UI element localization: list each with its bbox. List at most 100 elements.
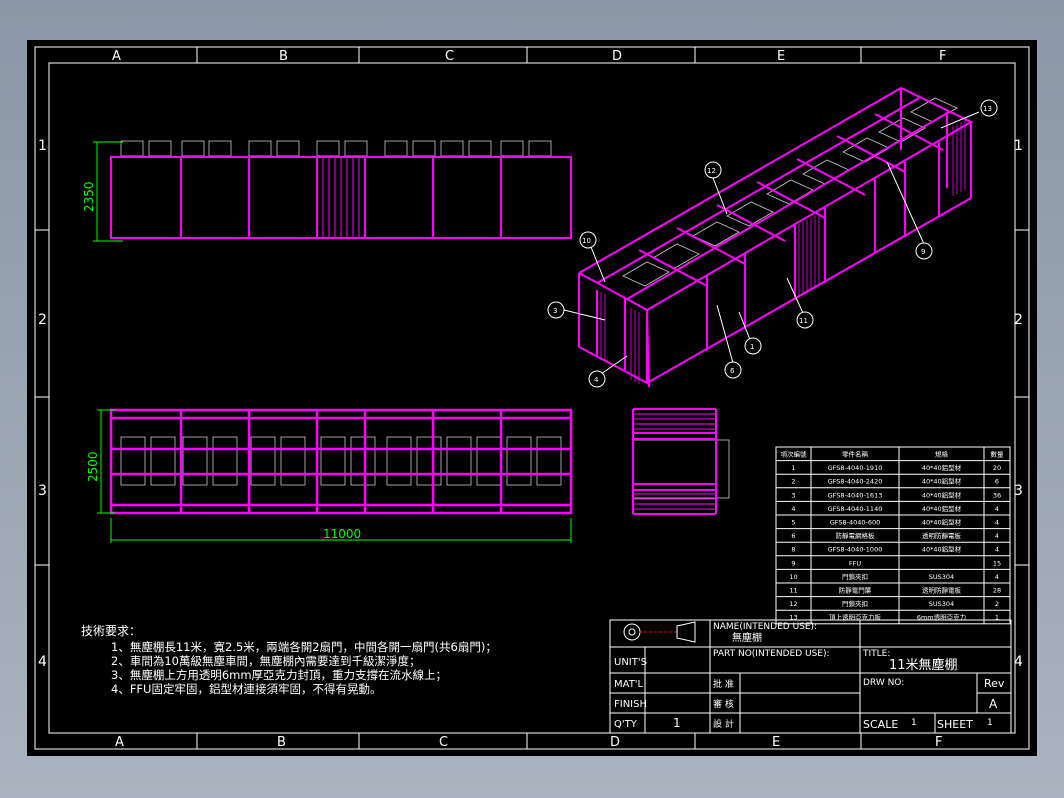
bom-cell: GFS8-4040-1910 (828, 464, 883, 472)
bom-cell: 40*40鋁型材 (922, 477, 962, 486)
bom-cell: 6 (995, 478, 999, 486)
bom-cell: GFS8-4040-600 (830, 519, 881, 527)
approve-label: 批 准 (713, 678, 734, 690)
title-block: NAME(INTENDED USE): 無塵棚 PART NO(INTENDED… (609, 619, 1012, 734)
bom-cell: 4 (995, 505, 999, 513)
svg-text:3: 3 (553, 307, 557, 315)
balloon-13: 13 (980, 99, 998, 117)
bom-row: 3 GFS8-4040-1613 40*40鋁型材 36 (791, 490, 1001, 499)
review-label: 審 核 (713, 698, 734, 710)
inner-border (48, 62, 1016, 734)
bom-cell: 12 (789, 600, 797, 608)
iso-ffu (622, 97, 958, 287)
bom-cell: 防靜電網格板 (836, 531, 876, 540)
zone-row-1-left: 1 (38, 138, 47, 154)
bom-cell: 9 (791, 559, 795, 567)
rev-value: A (989, 697, 998, 711)
bom-cell: 防靜電門簾 (839, 586, 872, 595)
qty-value: 1 (673, 716, 681, 730)
bom-table: 項次編號 零件名稱 規格 數量 1 GFS8-4040-1910 40*40鋁型材 20 2 GF… (775, 446, 1011, 625)
zone-row-1-right: 1 (1014, 138, 1023, 154)
bom-cell: GFS8-4040-1140 (828, 505, 883, 513)
design-label: 設 計 (713, 718, 734, 730)
bom-cell: 40*40鋁型材 (922, 504, 962, 513)
bom-cell: 4 (995, 573, 999, 581)
balloon-9: 9 (915, 242, 933, 260)
bom-cell: 4 (995, 519, 999, 527)
bom-cell: 2 (995, 600, 999, 608)
front-view: 2350 (82, 140, 572, 242)
note-item-3: 3、無塵棚上方用透明6mm厚亞克力封頂，重力支撐在流水線上； (111, 668, 447, 682)
bom-cell: 門鎖夾扣 (842, 572, 868, 581)
bom-cell: 5 (791, 519, 795, 527)
bom-row: 6 防靜電網格板 透明防靜電板 4 (791, 531, 999, 540)
bom-cell: 40*40鋁型材 (922, 490, 962, 499)
bom-cell: 透明防靜電板 (922, 586, 962, 595)
zone-col-a-top: A (112, 49, 121, 64)
zone-row-3-right: 3 (1014, 483, 1023, 499)
qty-label: Q'TY (614, 719, 638, 730)
bom-cell: 門鎖夾扣 (842, 599, 868, 608)
bom-cell: 3 (791, 491, 795, 499)
width-dimension: 2500 (86, 451, 100, 482)
finish-label: FINISH (614, 699, 647, 710)
zone-col-d-top: D (612, 49, 622, 64)
technical-notes: 技術要求： 1、無塵棚長11米，寬2.5米，兩端各開2扇門，中間各開一扇門(共6… (81, 624, 497, 696)
bom-cell: FFU (849, 559, 861, 567)
scale-label: SCALE (863, 718, 898, 731)
svg-text:11: 11 (799, 317, 808, 325)
bom-cell: 2 (791, 478, 795, 486)
bom-cell: 28 (993, 587, 1001, 595)
zone-col-e-bottom: E (772, 735, 780, 750)
sheet-label: SHEET (937, 718, 973, 731)
bom-cell: 11 (789, 587, 797, 595)
side-view (632, 408, 730, 515)
zone-row-4-right: 4 (1014, 654, 1023, 670)
svg-text:12: 12 (707, 167, 716, 175)
bom-cell: 40*40鋁型材 (922, 518, 962, 527)
note-item-4: 4、FFU固定牢固，鋁型材連接須牢固，不得有晃動。 (111, 682, 381, 696)
balloon-12: 12 (704, 161, 722, 179)
bom-cell: 數量 (991, 450, 1005, 459)
bom-row: 8 GFS8-4040-1000 40*40鋁型材 4 (791, 545, 999, 554)
rev-label: Rev (984, 677, 1005, 690)
bom-row: 9 FFU 15 (791, 559, 1001, 567)
bom-cell: 20 (993, 464, 1001, 472)
bom-row: 1 GFS8-4040-1910 40*40鋁型材 20 (791, 463, 1001, 472)
top-frame (109, 408, 573, 515)
bom-cell: 4 (791, 505, 795, 513)
note-item-1: 1、無塵棚長11米，寬2.5米，兩端各開2扇門，中間各開一扇門(共6扇門)； (111, 640, 497, 654)
name-label: NAME(INTENDED USE): (713, 622, 817, 632)
bom-cell: SUS304 (929, 600, 954, 608)
zone-col-d-bottom: D (610, 735, 620, 750)
zone-col-b-bottom: B (277, 735, 286, 750)
zone-col-c-top: C (445, 49, 454, 64)
bom-cell: 40*40鋁型材 (922, 545, 962, 554)
front-curtain (322, 157, 360, 238)
bom-cell: 4 (995, 546, 999, 554)
svg-text:6: 6 (730, 367, 735, 375)
bom-row: 12 門鎖夾扣 SUS304 2 (789, 599, 999, 608)
zone-col-f-bottom: F (935, 735, 942, 750)
bom-cell: 8 (791, 546, 795, 554)
balloon-leaders (563, 111, 980, 375)
balloon-4: 4 (588, 370, 606, 388)
bom-cell: 規格 (935, 450, 949, 459)
zone-row-3-left: 3 (38, 483, 47, 499)
bom-cell: GFS8-4040-1000 (828, 546, 883, 554)
balloon-3: 3 (547, 301, 565, 319)
zone-col-f-top: F (939, 49, 946, 64)
balloon-6: 6 (724, 361, 742, 379)
bom-cell: 透明防靜電板 (922, 531, 962, 540)
svg-text:1: 1 (750, 343, 754, 351)
bom-row: 2 GFS8-4040-2420 40*40鋁型材 6 (791, 477, 999, 486)
bom-cell: 6 (791, 532, 795, 540)
bom-row: 11 防靜電門簾 透明防靜電板 28 (789, 586, 1001, 595)
ffu-outlines-front (120, 140, 552, 157)
isometric-view (578, 86, 974, 388)
sheet-value: 1 (987, 718, 993, 728)
zone-col-c-bottom: C (439, 735, 448, 750)
note-item-2: 2、車間為10萬級無塵車間，無塵棚內需要達到千級潔淨度； (111, 654, 420, 668)
matl-label: MAT'L (614, 679, 644, 690)
bom-row: 4 GFS8-4040-1140 40*40鋁型材 4 (791, 504, 999, 513)
